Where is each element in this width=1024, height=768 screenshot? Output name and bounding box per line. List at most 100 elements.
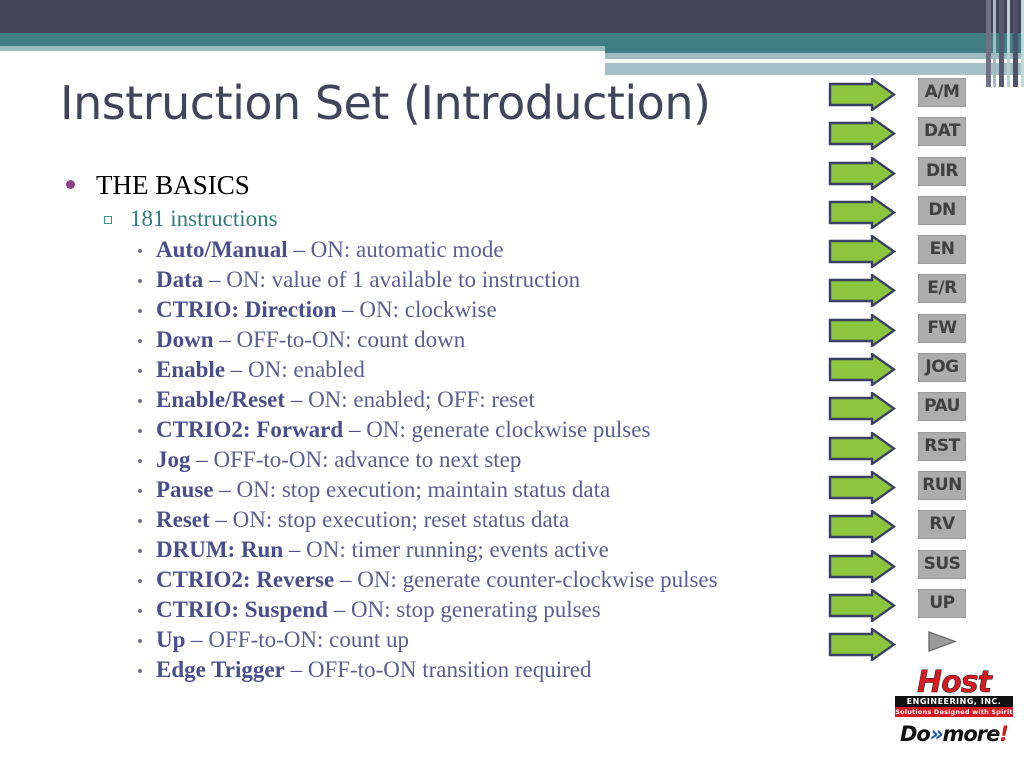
instruction-dash: – bbox=[283, 537, 307, 562]
instruction-description: ON: enabled; OFF: reset bbox=[308, 387, 535, 412]
small-dot-icon bbox=[138, 249, 142, 253]
green-arrow-icon bbox=[828, 626, 897, 663]
instruction-description: ON: generate counter-clockwise pulses bbox=[357, 567, 718, 592]
green-arrow-icon bbox=[828, 508, 897, 545]
badge-jog[interactable]: JOG bbox=[918, 353, 966, 383]
badge-pau[interactable]: PAU bbox=[918, 392, 966, 422]
instruction-dash: – bbox=[287, 237, 311, 262]
list-item-level2: 181 instructions bbox=[58, 203, 858, 234]
instruction-term: CTRIO2: Forward bbox=[156, 417, 344, 442]
header-vstripe-3 bbox=[999, 0, 1004, 87]
page-title: Instruction Set (Introduction) bbox=[60, 76, 711, 130]
instruction-items: Auto/Manual – ON: automatic mode Data – O… bbox=[58, 235, 858, 685]
do-more-logo: Do»more! bbox=[895, 723, 1013, 745]
logo-tagline: Solutions Designed with Spirit bbox=[895, 707, 1013, 717]
badge-en[interactable]: EN bbox=[918, 235, 966, 265]
badge-run[interactable]: RUN bbox=[918, 470, 966, 500]
list-item: Enable/Reset – ON: enabled; OFF: reset bbox=[58, 385, 858, 415]
badge-dn[interactable]: DN bbox=[918, 195, 966, 225]
list-item: CTRIO2: Reverse – ON: generate counter-c… bbox=[58, 565, 858, 595]
instruction-term: Edge Trigger bbox=[156, 657, 285, 682]
hollow-square-icon bbox=[104, 216, 112, 224]
instruction-description: ON: stop generating pulses bbox=[350, 597, 601, 622]
small-dot-icon bbox=[138, 639, 142, 643]
instruction-dash: – bbox=[185, 627, 209, 652]
instruction-dash: – bbox=[284, 657, 308, 682]
list-item: Jog – OFF-to-ON: advance to next step bbox=[58, 445, 858, 475]
green-arrow-icon bbox=[828, 273, 897, 309]
small-dot-icon bbox=[138, 489, 142, 493]
badge-fw[interactable]: FW bbox=[918, 313, 966, 343]
instruction-dash: – bbox=[225, 357, 249, 382]
badge-rst[interactable]: RST bbox=[918, 431, 966, 461]
instruction-term: Pause bbox=[156, 477, 214, 502]
list-item: Enable – ON: enabled bbox=[58, 355, 858, 385]
instruction-description: ON: timer running; events active bbox=[306, 537, 609, 562]
instruction-dash: – bbox=[209, 507, 233, 532]
do-more-bang: ! bbox=[999, 722, 1009, 746]
instruction-description: OFF-to-ON: count down bbox=[236, 327, 466, 352]
small-dot-icon bbox=[138, 669, 142, 673]
instruction-description: ON: automatic mode bbox=[310, 237, 504, 262]
small-dot-icon bbox=[138, 309, 142, 313]
small-dot-icon bbox=[138, 279, 142, 283]
header-band-teal-right bbox=[605, 33, 1024, 53]
list-item: CTRIO: Direction – ON: clockwise bbox=[58, 295, 858, 325]
instruction-term: Reset bbox=[156, 507, 210, 532]
small-dot-icon bbox=[138, 369, 142, 373]
green-arrow-icon bbox=[828, 155, 897, 191]
list-item: Pause – ON: stop execution; maintain sta… bbox=[58, 475, 858, 505]
list-item: Auto/Manual – ON: automatic mode bbox=[58, 235, 858, 265]
header-band-dark bbox=[0, 0, 1024, 33]
instruction-description: OFF-to-ON: count up bbox=[208, 627, 410, 652]
small-dot-icon bbox=[138, 399, 142, 403]
badge-sus[interactable]: SUS bbox=[918, 549, 966, 579]
small-dot-icon bbox=[138, 549, 142, 553]
instruction-dash: – bbox=[213, 477, 237, 502]
badge-dat[interactable]: DAT bbox=[918, 117, 966, 147]
small-dot-icon bbox=[138, 519, 142, 523]
green-arrow-icon bbox=[828, 430, 897, 466]
level2-label: 181 instructions bbox=[130, 206, 278, 231]
small-dot-icon bbox=[138, 579, 142, 583]
instruction-term: Auto/Manual bbox=[156, 237, 288, 262]
instruction-description: ON: clockwise bbox=[359, 297, 497, 322]
instruction-dash: – bbox=[285, 387, 309, 412]
instruction-dash: – bbox=[334, 567, 358, 592]
instruction-description: OFF-to-ON: advance to next step bbox=[213, 447, 522, 472]
green-arrow-icon bbox=[828, 115, 897, 152]
green-arrow-icon bbox=[828, 194, 897, 231]
slide-canvas: Instruction Set (Introduction) THE BASIC… bbox=[0, 0, 1024, 768]
instruction-dash: – bbox=[213, 327, 237, 352]
level1-label: THE BASICS bbox=[96, 170, 250, 200]
list-item: Up – OFF-to-ON: count up bbox=[58, 625, 858, 655]
instruction-dash: – bbox=[343, 417, 367, 442]
list-item: Down – OFF-to-ON: count down bbox=[58, 325, 858, 355]
instruction-description: ON: value of 1 available to instruction bbox=[226, 267, 581, 292]
green-arrow-icon bbox=[828, 312, 897, 349]
header-band-pale-low bbox=[605, 63, 1024, 75]
list-item-level1: THE BASICS bbox=[58, 168, 858, 202]
instruction-description: OFF-to-ON transition required bbox=[307, 657, 592, 682]
list-item: Reset – ON: stop execution; reset status… bbox=[58, 505, 858, 535]
green-arrow-icon bbox=[828, 391, 897, 427]
list-item: Edge Trigger – OFF-to-ON transition requ… bbox=[58, 655, 858, 685]
small-dot-icon bbox=[138, 339, 142, 343]
badge-rv[interactable]: RV bbox=[918, 510, 966, 540]
instruction-term: Data bbox=[156, 267, 204, 292]
logo-company: ENGINEERING, INC. bbox=[895, 696, 1013, 707]
badge-a-m[interactable]: A/M bbox=[918, 78, 966, 107]
instruction-description: ON: enabled bbox=[248, 357, 365, 382]
badge-up[interactable]: UP bbox=[918, 588, 966, 618]
instruction-description: ON: stop execution; maintain status data bbox=[236, 477, 611, 502]
badge-play-triangle-icon[interactable] bbox=[918, 628, 964, 655]
instruction-term: Down bbox=[156, 327, 214, 352]
do-more-chevron-icon: » bbox=[929, 722, 944, 746]
badge-dir[interactable]: DIR bbox=[918, 156, 966, 186]
badge-e-r[interactable]: E/R bbox=[918, 274, 966, 304]
green-arrow-icon bbox=[828, 469, 897, 506]
header-vstripe-4 bbox=[1007, 0, 1010, 87]
green-arrow-icon bbox=[828, 587, 897, 624]
instruction-dash: – bbox=[336, 297, 360, 322]
instruction-dash: – bbox=[190, 447, 214, 472]
